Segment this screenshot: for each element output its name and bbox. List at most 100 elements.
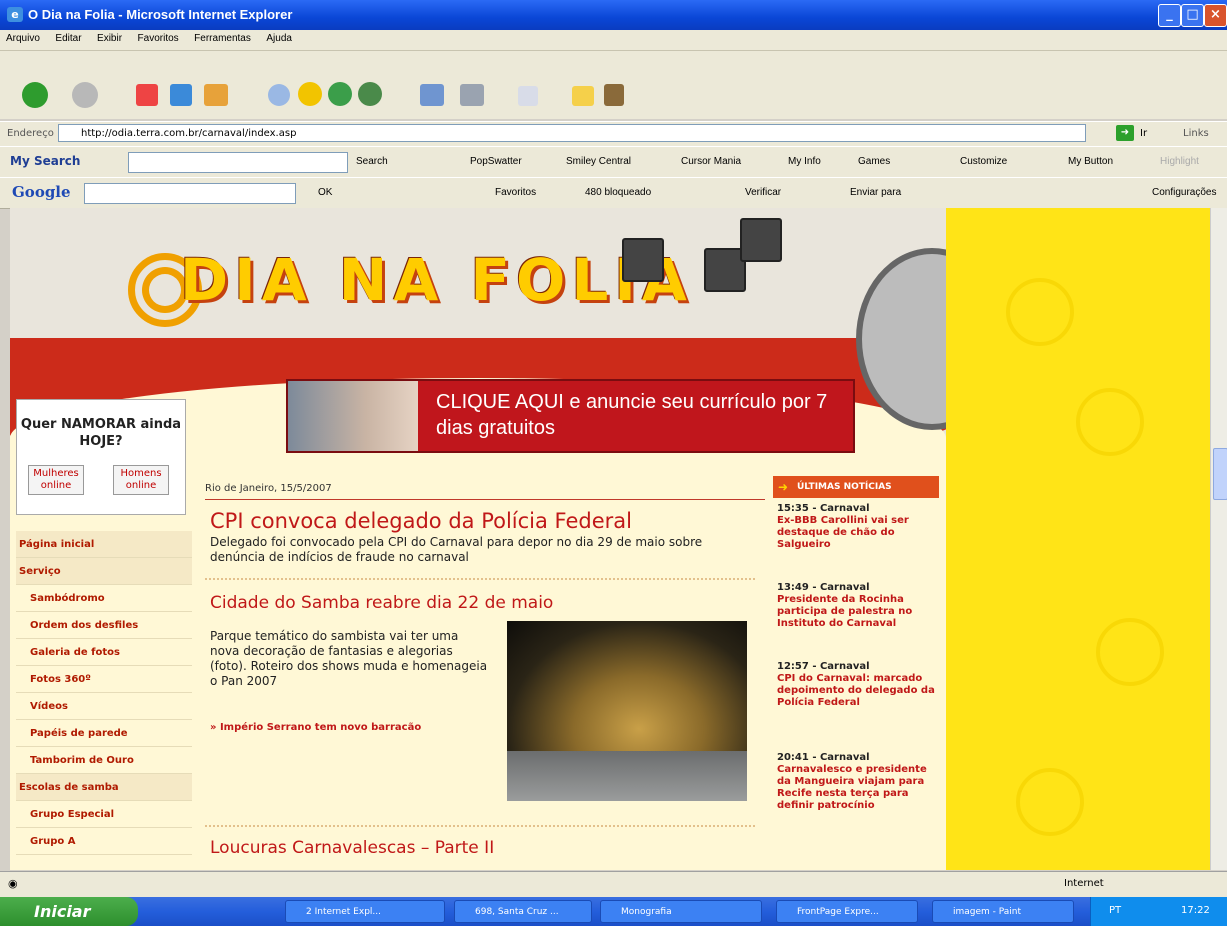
discuss-icon[interactable]: [572, 86, 594, 106]
sidebar-item-ordem-desfiles[interactable]: Ordem dos desfiles: [16, 612, 192, 639]
google-search-input[interactable]: [84, 183, 296, 204]
window-titlebar[interactable]: e O Dia na Folia - Microsoft Internet Ex…: [0, 0, 1227, 30]
menu-favoritos[interactable]: Favoritos: [132, 30, 185, 47]
minimize-button[interactable]: _: [1158, 4, 1181, 27]
side-menu: Página inicial Serviço Sambódromo Ordem …: [16, 531, 192, 855]
news-text: Carnavalesco e presidente da Mangueira v…: [777, 764, 927, 811]
print-icon[interactable]: [460, 84, 484, 106]
imperio-link[interactable]: » Império Serrano tem novo barracão: [210, 722, 421, 733]
task-paint[interactable]: imagem - Paint: [932, 900, 1074, 923]
news-item[interactable]: 20:41 - Carnaval Carnavalesco e presiden…: [777, 752, 937, 812]
go-label[interactable]: Ir: [1140, 128, 1147, 139]
news-item[interactable]: 13:49 - Carnaval Presidente da Rocinha p…: [777, 582, 937, 630]
cursor-mania-button[interactable]: Cursor Mania: [681, 156, 741, 167]
decor-swirl: [1016, 768, 1084, 836]
configuracoes-button[interactable]: Configurações: [1152, 187, 1216, 198]
sidebar-item-escolas[interactable]: Escolas de samba: [16, 774, 192, 801]
summary-2: Parque temático do sambista vai ter uma …: [210, 629, 488, 688]
speaker-icon: [740, 218, 782, 262]
site-logo[interactable]: DIA NA FOLIA: [180, 246, 693, 314]
customize-button[interactable]: Customize: [960, 156, 1007, 167]
sidebar-item-sambodromo[interactable]: Sambódromo: [16, 585, 192, 612]
dating-ad[interactable]: Quer NAMORAR ainda HOJE? Mulheres online…: [16, 399, 186, 515]
links-label[interactable]: Links: [1183, 128, 1209, 139]
smiley-central-button[interactable]: Smiley Central: [566, 156, 631, 167]
search-icon[interactable]: [268, 84, 290, 106]
home-icon[interactable]: [204, 84, 228, 106]
headline-3[interactable]: Loucuras Carnavalescas – Parte II: [210, 838, 494, 858]
refresh-icon[interactable]: [170, 84, 192, 106]
media-icon[interactable]: [328, 82, 352, 106]
sidebar-item-pagina-inicial[interactable]: Página inicial: [16, 531, 192, 558]
dating-ad-title: Quer NAMORAR ainda HOJE?: [20, 417, 182, 449]
news-time: 20:41 - Carnaval: [777, 752, 870, 763]
enviar-para-button[interactable]: Enviar para: [850, 187, 901, 198]
menu-arquivo[interactable]: Arquivo: [0, 30, 46, 47]
search-button[interactable]: Search: [356, 156, 388, 167]
go-button[interactable]: ➜: [1116, 125, 1134, 141]
verificar-button[interactable]: Verificar: [745, 187, 781, 198]
games-button[interactable]: Games: [858, 156, 890, 167]
sidebar-item-tamborim[interactable]: Tamborim de Ouro: [16, 747, 192, 774]
sidebar-item-galeria[interactable]: Galeria de fotos: [16, 639, 192, 666]
banner-photo: [288, 381, 418, 451]
sidebar-item-papeis[interactable]: Papéis de parede: [16, 720, 192, 747]
task-santa-cruz[interactable]: 698, Santa Cruz ...: [454, 900, 592, 923]
decor-swirl: [1076, 388, 1144, 456]
my-button[interactable]: My Button: [1068, 156, 1113, 167]
edit-icon[interactable]: [518, 86, 538, 106]
task-frontpage[interactable]: FrontPage Expre...: [776, 900, 918, 923]
mysearch-logo: My Search: [10, 154, 81, 168]
popup-blocked-button[interactable]: 480 bloqueado: [585, 187, 651, 198]
messenger-icon[interactable]: [604, 84, 624, 106]
task-monografia[interactable]: Monografia: [600, 900, 762, 923]
vertical-scrollbar[interactable]: [1210, 208, 1227, 870]
mulheres-online-button[interactable]: Mulheres online: [28, 465, 84, 495]
yellow-background: [946, 208, 1210, 870]
divider: [205, 825, 755, 827]
language-indicator[interactable]: PT: [1109, 905, 1121, 916]
maximize-button[interactable]: □: [1181, 4, 1204, 27]
sidebar-item-grupo-especial[interactable]: Grupo Especial: [16, 801, 192, 828]
clock[interactable]: 17:22: [1181, 905, 1210, 916]
my-info-button[interactable]: My Info: [788, 156, 821, 167]
sidebar-item-servico[interactable]: Serviço: [16, 558, 192, 585]
menu-ferramentas[interactable]: Ferramentas: [188, 30, 257, 47]
sidebar-item-grupo-a[interactable]: Grupo A: [16, 828, 192, 855]
menu-ajuda[interactable]: Ajuda: [260, 30, 298, 47]
popswatter-button[interactable]: PopSwatter: [470, 156, 522, 167]
close-button[interactable]: ×: [1204, 4, 1227, 27]
highlight-button[interactable]: Highlight: [1160, 156, 1199, 167]
history-icon[interactable]: [358, 82, 382, 106]
task-internet-explorer[interactable]: 2 Internet Expl...: [285, 900, 445, 923]
favorites-star-icon[interactable]: [298, 82, 322, 106]
back-icon[interactable]: [22, 82, 48, 108]
address-input[interactable]: http://odia.terra.com.br/carnaval/index.…: [58, 124, 1086, 142]
ad-banner[interactable]: CLIQUE AQUI e anuncie seu currículo por …: [286, 379, 855, 453]
news-item[interactable]: 12:57 - Carnaval CPI do Carnaval: marcad…: [777, 661, 937, 709]
start-button[interactable]: Iniciar: [0, 897, 138, 926]
decor-swirl: [1006, 278, 1074, 346]
scroll-thumb[interactable]: [1213, 448, 1227, 500]
menu-exibir[interactable]: Exibir: [91, 30, 128, 47]
address-bar: Endereço http://odia.terra.com.br/carnav…: [0, 121, 1227, 146]
homens-online-button[interactable]: Homens online: [113, 465, 169, 495]
headline-1[interactable]: CPI convoca delegado da Polícia Federal: [210, 509, 632, 533]
decor-swirl: [1096, 618, 1164, 686]
news-item[interactable]: 15:35 - Carnaval Ex-BBB Carollini vai se…: [777, 503, 937, 551]
samba-parade-photo[interactable]: [507, 621, 747, 801]
menu-editar[interactable]: Editar: [49, 30, 87, 47]
mysearch-input[interactable]: [128, 152, 348, 173]
address-label: Endereço: [7, 128, 54, 139]
news-text: Ex-BBB Carollini vai ser destaque de chã…: [777, 515, 909, 550]
sidebar-item-videos[interactable]: Vídeos: [16, 693, 192, 720]
window-title: O Dia na Folia - Microsoft Internet Expl…: [28, 7, 293, 22]
news-time: 12:57 - Carnaval: [777, 661, 870, 672]
stop-icon[interactable]: [136, 84, 158, 106]
google-favorites-button[interactable]: Favoritos: [495, 187, 536, 198]
forward-icon[interactable]: [72, 82, 98, 108]
headline-2[interactable]: Cidade do Samba reabre dia 22 de maio: [210, 593, 553, 613]
sidebar-item-fotos-360[interactable]: Fotos 360º: [16, 666, 192, 693]
mail-icon[interactable]: [420, 84, 444, 106]
google-ok-button[interactable]: OK: [318, 187, 332, 198]
